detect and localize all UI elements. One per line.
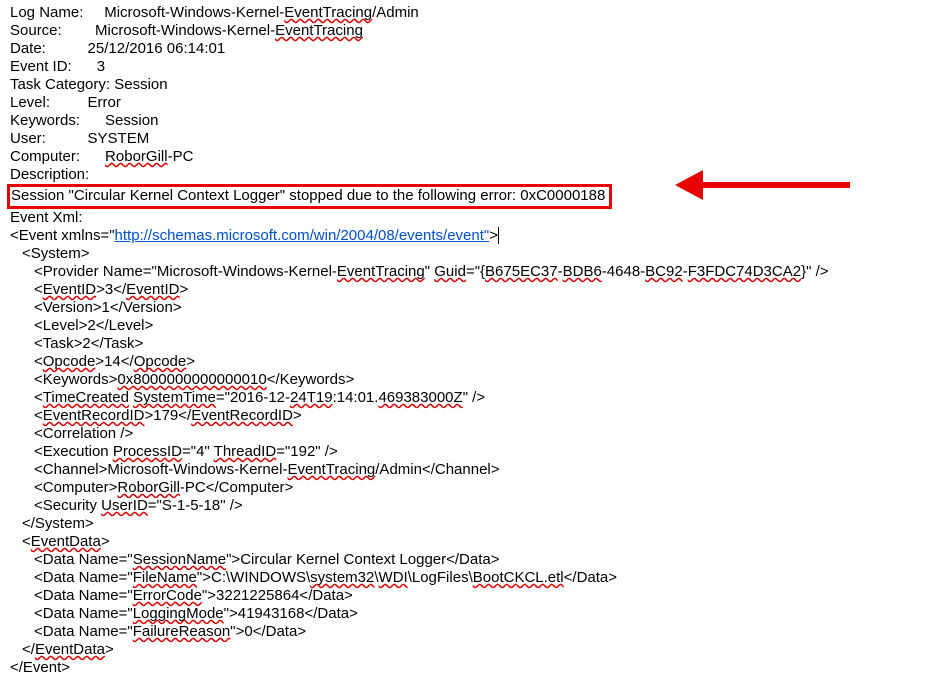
highlight-row: Session "Circular Kernel Context Logger"…: [10, 184, 925, 209]
xml-provider: <Provider Name="Microsoft-Windows-Kernel…: [10, 263, 925, 281]
error-highlight-box: Session "Circular Kernel Context Logger"…: [7, 184, 612, 209]
date-label: Date:: [10, 40, 46, 57]
description-label: Description:: [10, 166, 89, 183]
xml-event-id: <EventID>3</EventID>: [10, 281, 925, 299]
log-name-value-squiggle: EventTracing: [284, 4, 372, 21]
xml-system-open: <System>: [10, 245, 925, 263]
log-name-value-post: /Admin: [372, 4, 419, 21]
computer-row: Computer: RoborGill-PC: [10, 148, 925, 166]
xml-keywords: <Keywords>0x8000000000000010</Keywords>: [10, 371, 925, 389]
computer-value-squiggle: RoborGill: [105, 148, 168, 165]
task-category-label: Task Category:: [10, 76, 110, 93]
arrow-left-icon: [675, 170, 703, 200]
date-value: 25/12/2016 06:14:01: [88, 40, 226, 57]
computer-label: Computer:: [10, 148, 80, 165]
computer-value-post: -PC: [168, 148, 194, 165]
event-xml-label: Event Xml:: [10, 209, 83, 226]
xml-system-close: </System>: [10, 515, 925, 533]
xml-event-open: <Event xmlns="http://schemas.microsoft.c…: [10, 227, 925, 245]
xml-correlation: <Correlation />: [10, 425, 925, 443]
xml-security: <Security UserID="S-1-5-18" />: [10, 497, 925, 515]
level-label: Level:: [10, 94, 50, 111]
xml-data-loggingmode: <Data Name="LoggingMode">41943168</Data>: [10, 605, 925, 623]
event-id-value: 3: [97, 58, 105, 75]
keywords-row: Keywords: Session: [10, 112, 925, 130]
event-id-label: Event ID:: [10, 58, 72, 75]
xml-task: <Task>2</Task>: [10, 335, 925, 353]
log-name-label: Log Name:: [10, 4, 83, 21]
arrow-shaft: [700, 182, 850, 188]
source-value-squiggle: EventTracing: [275, 22, 363, 39]
xml-data-sessionname: <Data Name="SessionName">Circular Kernel…: [10, 551, 925, 569]
task-category-value: Session: [114, 76, 167, 93]
xml-channel: <Channel>Microsoft-Windows-Kernel-EventT…: [10, 461, 925, 479]
xml-opcode: <Opcode>14</Opcode>: [10, 353, 925, 371]
xml-eventdata-open: <EventData>: [10, 533, 925, 551]
xml-data-filename: <Data Name="FileName">C:\WINDOWS\system3…: [10, 569, 925, 587]
xml-time-created: <TimeCreated SystemTime="2016-12-24T19:1…: [10, 389, 925, 407]
xml-data-errorcode: <Data Name="ErrorCode">3221225864</Data>: [10, 587, 925, 605]
error-message: Session "Circular Kernel Context Logger"…: [11, 187, 605, 204]
user-value: SYSTEM: [88, 130, 150, 147]
log-name-row: Log Name: Microsoft-Windows-Kernel-Event…: [10, 4, 925, 22]
xml-computer: <Computer>RoborGill-PC</Computer>: [10, 479, 925, 497]
red-arrow-annotation: [675, 170, 850, 200]
source-row: Source: Microsoft-Windows-Kernel-EventTr…: [10, 22, 925, 40]
xml-execution: <Execution ProcessID="4" ThreadID="192" …: [10, 443, 925, 461]
schema-link[interactable]: http://schemas.microsoft.com/win/2004/08…: [115, 227, 490, 244]
level-value: Error: [88, 94, 121, 111]
xml-eventdata-close: </EventData>: [10, 641, 925, 659]
event-log-text: Log Name: Microsoft-Windows-Kernel-Event…: [0, 0, 935, 697]
date-row: Date: 25/12/2016 06:14:01: [10, 40, 925, 58]
keywords-value: Session: [105, 112, 158, 129]
event-id-row: Event ID: 3: [10, 58, 925, 76]
level-row: Level: Error: [10, 94, 925, 112]
user-row: User: SYSTEM: [10, 130, 925, 148]
source-label: Source:: [10, 22, 62, 39]
task-category-row: Task Category: Session: [10, 76, 925, 94]
user-label: User:: [10, 130, 46, 147]
log-name-value-pre: Microsoft-Windows-Kernel-: [104, 4, 284, 21]
xml-version: <Version>1</Version>: [10, 299, 925, 317]
event-xml-label-row: Event Xml:: [10, 209, 925, 227]
xml-data-failurereason: <Data Name="FailureReason">0</Data>: [10, 623, 925, 641]
xml-level: <Level>2</Level>: [10, 317, 925, 335]
xml-event-close: </Event>: [10, 659, 925, 677]
xml-event-record-id: <EventRecordID>179</EventRecordID>: [10, 407, 925, 425]
keywords-label: Keywords:: [10, 112, 80, 129]
source-value-pre: Microsoft-Windows-Kernel-: [95, 22, 275, 39]
